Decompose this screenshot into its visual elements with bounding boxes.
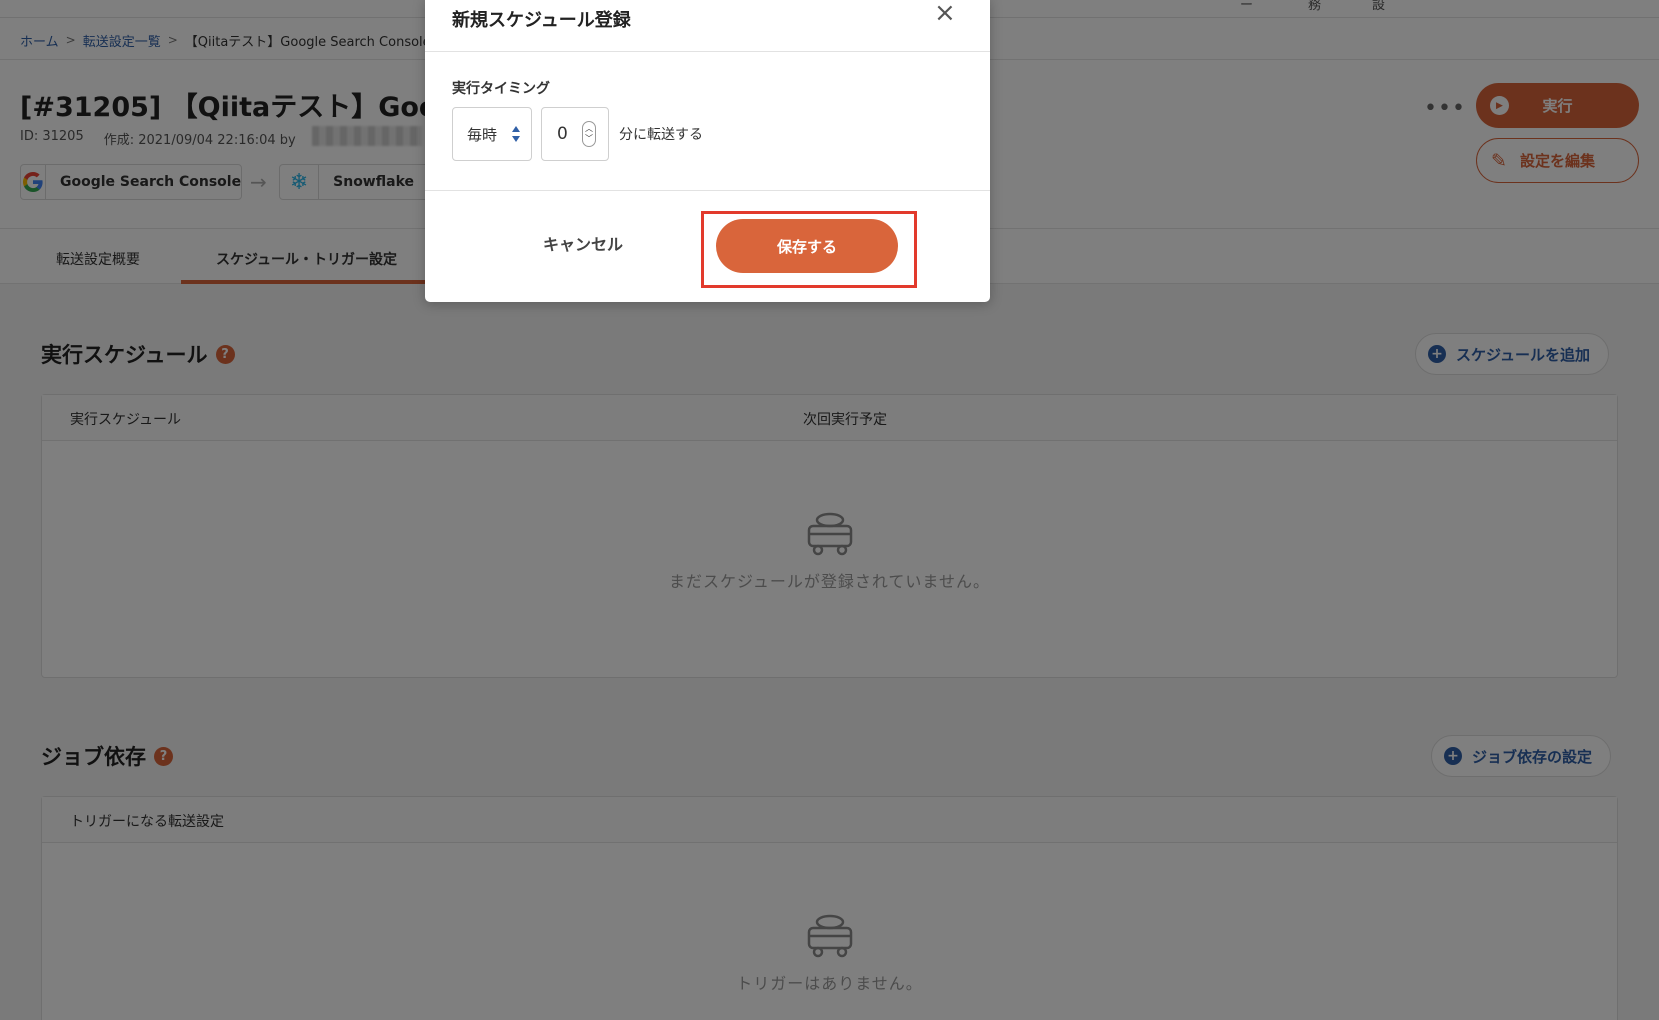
modal-body: 実行タイミング 毎時 0 ︿ ﹀ 分に転送する — [425, 52, 990, 191]
new-schedule-modal: 新規スケジュール登録 × 実行タイミング 毎時 0 ︿ ﹀ 分に転送する キャンセ… — [425, 0, 990, 302]
minute-input[interactable]: 0 ︿ ﹀ — [541, 107, 609, 161]
minute-suffix: 分に転送する — [619, 127, 703, 143]
minute-value: 0 — [557, 124, 568, 144]
stepper-icon[interactable]: ︿ ﹀ — [582, 121, 596, 147]
save-button[interactable]: 保存する — [716, 219, 898, 273]
select-arrows-icon — [512, 126, 520, 142]
frequency-select[interactable]: 毎時 — [452, 107, 532, 161]
modal-title: 新規スケジュール登録 — [452, 10, 631, 31]
close-icon[interactable]: × — [934, 0, 956, 26]
frequency-value: 毎時 — [467, 125, 498, 144]
modal-header: 新規スケジュール登録 × — [425, 0, 990, 52]
cancel-button[interactable]: キャンセル — [543, 231, 623, 255]
timing-label: 実行タイミング — [452, 81, 550, 97]
